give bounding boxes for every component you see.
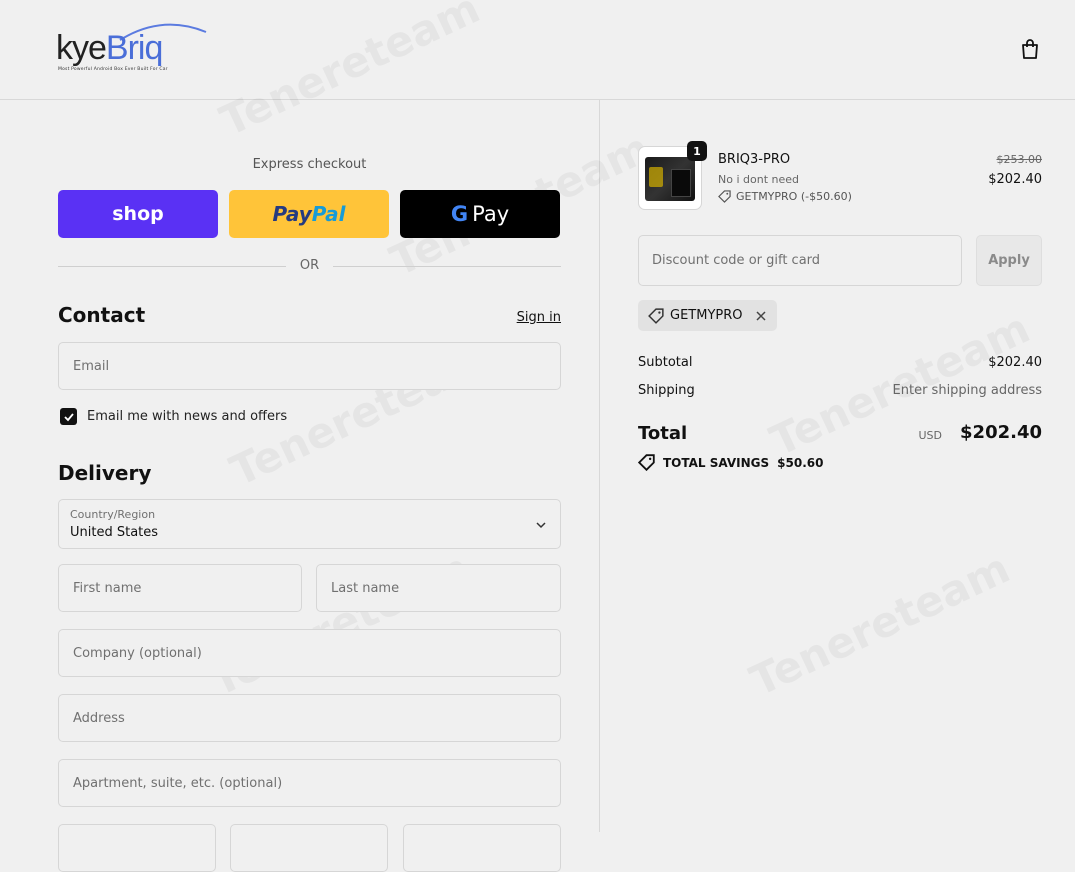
email-field[interactable] xyxy=(58,342,561,390)
shopping-bag-icon[interactable] xyxy=(1018,37,1042,61)
apartment-field[interactable] xyxy=(58,759,561,807)
applied-discount-code: GETMYPRO xyxy=(670,308,743,323)
paypal-label-2: Pal xyxy=(311,202,346,226)
column-divider xyxy=(599,99,600,832)
discount-code-input[interactable] xyxy=(650,252,950,269)
contact-title: Contact xyxy=(58,303,146,327)
apartment-input[interactable] xyxy=(71,774,548,792)
shop-pay-button[interactable]: shop xyxy=(58,190,218,238)
savings-label: TOTAL SAVINGS xyxy=(663,455,770,470)
product-final-price: $202.40 xyxy=(988,172,1042,187)
shop-pay-label: shop xyxy=(112,203,164,225)
paypal-button[interactable]: Pay Pal xyxy=(229,190,389,238)
shipping-label: Shipping xyxy=(638,383,695,398)
company-input[interactable] xyxy=(71,644,548,662)
country-label: Country/Region xyxy=(70,508,156,521)
company-field[interactable] xyxy=(58,629,561,677)
address-field[interactable] xyxy=(58,694,561,742)
brand-logo[interactable]: kyeBriq Most Powerful Android Box Ever B… xyxy=(56,20,216,80)
google-g-icon: G xyxy=(450,202,469,226)
close-icon xyxy=(755,310,766,321)
quantity-badge: 1 xyxy=(687,141,707,161)
tag-icon xyxy=(718,190,731,203)
remove-discount-button[interactable] xyxy=(755,310,767,322)
state-field[interactable] xyxy=(230,824,388,872)
applied-discount-chip: GETMYPRO xyxy=(638,300,777,331)
brand-tagline: Most Powerful Android Box Ever Built For… xyxy=(58,67,168,72)
delivery-title: Delivery xyxy=(58,461,152,485)
tag-icon xyxy=(638,454,655,471)
total-value: $202.40 xyxy=(960,422,1042,443)
product-name: BRIQ3-PRO xyxy=(718,152,791,167)
tag-icon xyxy=(648,307,664,324)
first-name-input[interactable] xyxy=(71,579,289,597)
google-pay-button[interactable]: G Pay xyxy=(400,190,560,238)
country-select[interactable]: Country/Region United States xyxy=(58,499,561,549)
checkmark-icon xyxy=(63,412,74,421)
total-savings: TOTAL SAVINGS $50.60 xyxy=(638,454,823,471)
product-discount: GETMYPRO (-$50.60) xyxy=(718,190,852,203)
site-header: kyeBriq Most Powerful Android Box Ever B… xyxy=(0,0,1075,100)
express-checkout-title: Express checkout xyxy=(252,157,367,172)
savings-value: $50.60 xyxy=(777,455,824,470)
product-variant: No i dont need xyxy=(718,173,799,186)
discount-code-field[interactable] xyxy=(638,235,962,286)
country-value: United States xyxy=(70,525,159,540)
product-image xyxy=(645,157,695,201)
paypal-label-1: Pay xyxy=(272,202,312,226)
last-name-field[interactable] xyxy=(316,564,561,612)
product-discount-text: GETMYPRO (-$50.60) xyxy=(736,190,852,203)
city-field[interactable] xyxy=(58,824,216,872)
apply-button[interactable]: Apply xyxy=(976,235,1042,286)
watermark: Tenereteam xyxy=(743,543,1017,706)
subtotal-value: $202.40 xyxy=(988,355,1042,370)
newsletter-checkbox[interactable] xyxy=(60,408,77,425)
subtotal-label: Subtotal xyxy=(638,355,693,370)
product-original-price: $253.00 xyxy=(996,153,1043,166)
shipping-value: Enter shipping address xyxy=(892,383,1042,398)
newsletter-option: Email me with news and offers xyxy=(60,408,287,425)
address-input[interactable] xyxy=(71,709,548,727)
or-divider: OR xyxy=(58,258,561,274)
first-name-field[interactable] xyxy=(58,564,302,612)
brand-wordmark: kyeBriq xyxy=(56,29,163,67)
email-input[interactable] xyxy=(71,357,548,375)
chevron-down-icon xyxy=(536,522,546,529)
zip-field[interactable] xyxy=(403,824,561,872)
sign-in-link[interactable]: Sign in xyxy=(517,310,561,325)
total-label: Total xyxy=(638,423,688,444)
newsletter-label: Email me with news and offers xyxy=(87,409,288,424)
total-currency: USD xyxy=(918,429,942,442)
google-pay-label: Pay xyxy=(472,202,510,226)
last-name-input[interactable] xyxy=(329,579,548,597)
or-line-right xyxy=(333,266,561,267)
